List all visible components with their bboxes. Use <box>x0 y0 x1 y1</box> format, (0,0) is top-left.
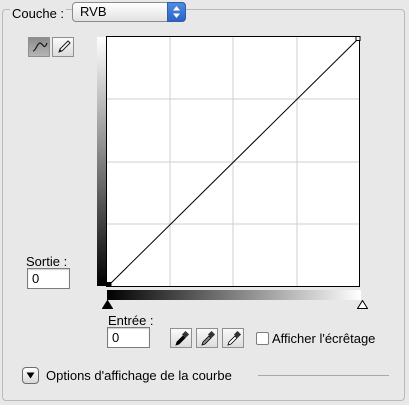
channel-label: Couche : <box>10 6 67 21</box>
pencil-tool-button[interactable] <box>52 37 74 57</box>
input-gradient-bar <box>107 290 361 300</box>
eyedropper-black-icon <box>175 331 190 346</box>
curve-graph[interactable] <box>106 36 361 288</box>
display-options-label[interactable]: Options d'affichage de la courbe <box>46 368 232 383</box>
pencil-icon <box>58 40 71 53</box>
curve-point-white <box>355 36 361 41</box>
input-value: 0 <box>112 330 120 345</box>
channel-select-value: RVB <box>80 4 107 19</box>
eyedropper-gray-icon <box>201 331 216 346</box>
show-clipping-label[interactable]: Afficher l'écrêtage <box>272 331 375 346</box>
show-clipping-checkbox[interactable] <box>256 332 269 345</box>
channel-select[interactable]: RVB <box>72 2 186 22</box>
updown-arrows-icon <box>167 2 186 22</box>
output-field[interactable]: 0 <box>27 268 70 289</box>
curve-point-tool-button[interactable] <box>28 37 50 57</box>
disclosure-triangle-icon <box>26 372 35 379</box>
display-options-disclosure[interactable] <box>22 367 39 384</box>
gray-eyedropper-button[interactable] <box>196 328 218 348</box>
black-point-slider[interactable] <box>102 300 113 309</box>
curve-point-black <box>106 282 112 287</box>
input-field[interactable]: 0 <box>107 327 150 348</box>
eyedropper-white-icon <box>227 331 242 346</box>
white-point-slider[interactable] <box>357 300 368 309</box>
curve-wave-icon <box>32 42 48 52</box>
input-label: Entrée : <box>108 313 154 328</box>
white-eyedropper-button[interactable] <box>222 328 244 348</box>
output-value: 0 <box>32 271 40 286</box>
output-label: Sortie : <box>26 254 68 269</box>
display-options-divider <box>258 375 389 376</box>
black-eyedropper-button[interactable] <box>170 328 192 348</box>
